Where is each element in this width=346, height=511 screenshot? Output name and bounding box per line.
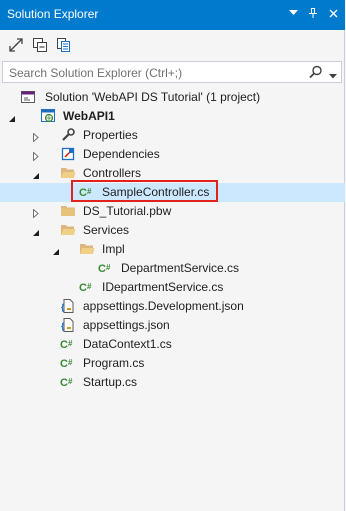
tree-item-appsettings-development[interactable]: { appsettings.Development.json (0, 297, 345, 316)
json-settings-icon: { (60, 317, 76, 333)
tree-item-department-service[interactable]: C # DepartmentService.cs (0, 259, 345, 278)
solution-explorer-panel: Solution Explorer Search Solution Explor… (0, 0, 345, 511)
tree-item-project[interactable]: WebAPI1 (0, 107, 345, 126)
show-all-files-icon[interactable] (56, 37, 72, 53)
tree-item-label: DataContext1.cs (83, 337, 172, 351)
sync-with-active-document-icon[interactable] (8, 37, 24, 53)
panel-toolbar (0, 30, 345, 60)
tree-item-label: Controllers (83, 166, 142, 180)
tree-item-label: Services (83, 223, 130, 237)
tree-item-label: Program.cs (83, 356, 145, 370)
csharp-file-icon: C # (60, 336, 76, 352)
svg-text:C: C (60, 339, 68, 351)
tree-item-program[interactable]: C # Program.cs (0, 354, 345, 373)
search-box (2, 61, 342, 83)
open-folder-icon (79, 241, 95, 257)
tree-item-impl[interactable]: Impl (0, 240, 345, 259)
tree-item-ds-tutorial[interactable]: DS_Tutorial.pbw (0, 202, 345, 221)
svg-text:C: C (60, 358, 68, 370)
close-icon[interactable] (327, 6, 339, 20)
pin-icon[interactable] (307, 6, 319, 20)
svg-text:#: # (87, 282, 92, 291)
highlight-annotation (71, 180, 218, 202)
panel-title: Solution Explorer (7, 7, 99, 21)
tree-item-label: DS_Tutorial.pbw (83, 204, 172, 218)
solution-icon (20, 89, 36, 105)
collapsed-arrow-icon[interactable] (32, 131, 40, 143)
svg-text:#: # (68, 377, 73, 386)
tree-item-label: DepartmentService.cs (121, 261, 240, 275)
svg-text:C: C (79, 282, 87, 294)
collapsed-arrow-icon[interactable] (32, 150, 40, 162)
expanded-arrow-icon[interactable] (8, 112, 16, 122)
tree-item-dependencies[interactable]: Dependencies (0, 145, 345, 164)
search-input[interactable] (7, 64, 311, 82)
svg-text:{: { (61, 321, 65, 331)
collapse-all-icon[interactable] (32, 37, 48, 53)
tree-item-label: appsettings.json (83, 318, 170, 332)
expanded-arrow-icon[interactable] (32, 169, 40, 179)
dependencies-icon (60, 146, 76, 162)
expanded-arrow-icon[interactable] (32, 226, 40, 236)
panel-title-bar: Solution Explorer (0, 0, 345, 30)
tree-item-label: appsettings.Development.json (83, 299, 244, 313)
tree-item-label: IDepartmentService.cs (102, 280, 224, 294)
tree-item-services[interactable]: Services (0, 221, 345, 240)
search-icon[interactable] (309, 65, 323, 79)
web-project-icon (40, 108, 56, 124)
svg-text:#: # (68, 358, 73, 367)
tree-item-solution[interactable]: Solution 'WebAPI DS Tutorial' (1 project… (0, 88, 345, 107)
collapsed-arrow-icon[interactable] (32, 207, 40, 219)
expanded-arrow-icon[interactable] (52, 245, 60, 255)
csharp-file-icon: C # (60, 374, 76, 390)
tree-item-startup[interactable]: C # Startup.cs (0, 373, 345, 392)
tree-item-label: WebAPI1 (63, 109, 115, 123)
svg-text:C: C (98, 263, 106, 275)
json-settings-icon: { (60, 298, 76, 314)
tree-item-label: Impl (102, 242, 125, 256)
svg-text:{: { (61, 302, 65, 312)
folder-icon (60, 203, 76, 219)
tree-item-label: Properties (83, 128, 138, 142)
svg-text:#: # (106, 263, 111, 272)
tree-item-properties[interactable]: Properties (0, 126, 345, 145)
tree-item-label: Dependencies (83, 147, 160, 161)
dropdown-arrow-icon[interactable] (287, 6, 299, 20)
tree-item-label: Solution 'WebAPI DS Tutorial' (1 project… (45, 90, 261, 104)
svg-text:#: # (68, 339, 73, 348)
tree-item-appsettings[interactable]: { appsettings.json (0, 316, 345, 335)
svg-text:C: C (60, 377, 68, 389)
open-folder-icon (60, 222, 76, 238)
tree-item-label: Startup.cs (83, 375, 138, 389)
csharp-file-icon: C # (60, 355, 76, 371)
tree-item-idepartment-service[interactable]: C # IDepartmentService.cs (0, 278, 345, 297)
wrench-icon (60, 127, 76, 143)
csharp-file-icon: C # (98, 260, 114, 276)
open-folder-icon (60, 165, 76, 181)
csharp-file-icon: C # (79, 279, 95, 295)
tree-item-datacontext[interactable]: C # DataContext1.cs (0, 335, 345, 354)
search-options-dropdown-icon[interactable] (329, 68, 337, 79)
